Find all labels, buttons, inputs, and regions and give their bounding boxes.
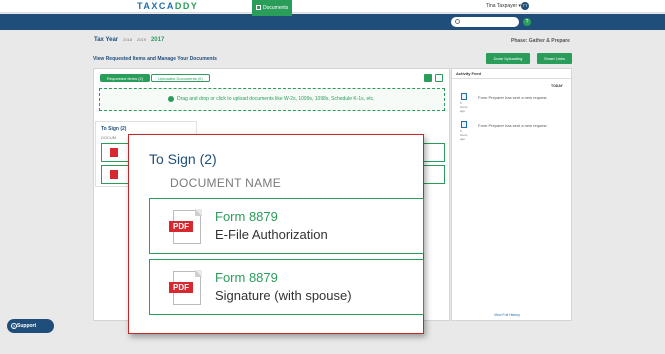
today-label: TODAY (551, 84, 563, 88)
support-button[interactable]: ? Support (7, 319, 54, 333)
to-sign-title: To Sign (2) (149, 151, 217, 167)
nav-label: Messages (306, 5, 329, 11)
logo-accent-text: DDY (174, 1, 199, 11)
user-name: Tina Taxpayer (486, 3, 518, 9)
activity-feed (451, 68, 572, 321)
tab-requested-items[interactable]: Requested Items (2) (100, 74, 150, 82)
nav-invoices[interactable]: Invoices (379, 0, 412, 16)
nav-label: Documents (263, 5, 289, 11)
view-full-history-link[interactable]: View Full History (494, 313, 520, 317)
phase-label: Phase: Gather & Prepare (511, 38, 570, 44)
year-option[interactable]: 2018 (123, 37, 132, 42)
pdf-icon: PDF (169, 209, 202, 244)
nav-label: Invoices (390, 5, 409, 11)
to-sign-title: To Sign (2) (101, 126, 127, 132)
tax-year-label: Tax Year (94, 37, 119, 43)
avatar[interactable]: TT (521, 2, 529, 10)
nav-label: Tax Returns (345, 5, 372, 11)
pdf-icon (110, 148, 118, 157)
search-icon (455, 19, 460, 24)
pdf-label: PDF (169, 282, 193, 293)
invoice-icon (383, 5, 388, 10)
document-icon (256, 5, 261, 10)
form-description: Signature (with spouse) (215, 288, 352, 303)
form-description: E-File Authorization (215, 227, 328, 242)
year-option[interactable]: 2019 (137, 37, 146, 42)
feed-item-time: 5 hours ago (460, 129, 468, 141)
list-view-icon[interactable] (435, 74, 443, 82)
tax-return-icon (338, 5, 343, 10)
page-subtitle: View Requested Items and Manage Your Doc… (93, 56, 217, 62)
tax-year-selector: Tax Year 2018 2019 2017 (94, 37, 164, 43)
logo-text: TAXCA (137, 1, 175, 11)
upload-icon (168, 96, 174, 102)
question-icon: ? (11, 323, 17, 329)
time-suffix: ago (460, 137, 466, 141)
user-menu[interactable]: Tina Taxpayer ▾ (486, 3, 521, 9)
feed-item-time: 6 hours ago (460, 101, 468, 113)
feed-item-text[interactable]: Form Preparer has sent a new request. (478, 123, 548, 128)
divider (452, 78, 571, 79)
year-selected[interactable]: 2017 (151, 37, 164, 43)
home-icon (218, 5, 223, 10)
feed-item-text[interactable]: Form Preparer has sent a new request. (478, 95, 548, 100)
tab-uploaded-documents[interactable]: Uploaded Documents (0) (151, 74, 210, 82)
search-input[interactable] (451, 17, 519, 27)
document-name-header: DOCUMENT NAME (170, 176, 282, 190)
pdf-icon: PDF (169, 270, 202, 305)
nav-tax-returns[interactable]: Tax Returns (334, 0, 376, 16)
done-uploading-button[interactable]: Done Uploading (486, 53, 530, 64)
pdf-icon (110, 170, 118, 179)
message-icon (299, 5, 304, 10)
form-name: Form 8879 (215, 270, 278, 285)
nav-documents[interactable]: Documents (252, 0, 293, 16)
dropzone-text: Drag and drop or click to upload documen… (177, 96, 375, 102)
pdf-label: PDF (169, 221, 193, 232)
form-name: Form 8879 (215, 209, 278, 224)
activity-feed-title: Activity Feed (456, 71, 481, 76)
main-nav (0, 14, 665, 30)
smart-links-button[interactable]: Smart Links (537, 53, 572, 64)
help-icon[interactable]: ? (523, 18, 531, 26)
taxcaddy-logo[interactable]: TAXCADDY (137, 1, 198, 11)
document-icon (461, 121, 467, 128)
nav-label: Overview (225, 5, 246, 11)
document-icon (461, 93, 467, 100)
document-name-header: DOCUM (101, 135, 117, 140)
grid-view-icon[interactable] (424, 74, 432, 82)
time-suffix: ago (460, 109, 466, 113)
nav-overview[interactable]: Overview (214, 0, 250, 16)
support-label: Support (17, 323, 37, 329)
nav-messages[interactable]: Messages (295, 0, 333, 16)
